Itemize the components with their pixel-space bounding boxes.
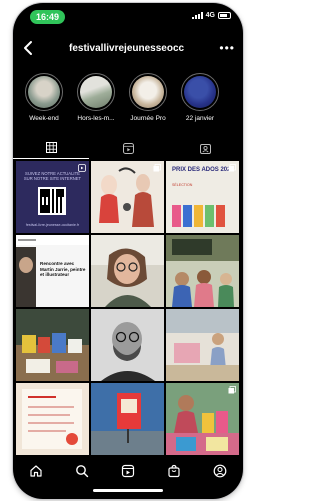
post-reading-workshop[interactable] (166, 309, 239, 381)
post-handwritten-card[interactable] (16, 383, 89, 455)
post-title: Rencontre avec Martin Jarrie, peintre et… (40, 261, 86, 278)
highlight-cover (184, 76, 216, 108)
books-photo (16, 309, 89, 381)
story-highlights: Week-end Hors-les-m... Journée Pro 22 ja… (13, 73, 243, 129)
poster-footer: festival-livre-jeunesse-occitanie.fr (25, 223, 80, 227)
classroom-photo (166, 235, 239, 307)
poster-photo (91, 383, 164, 455)
highlight-label: Journée Pro (130, 115, 166, 122)
search-icon (76, 465, 89, 478)
home-icon (30, 465, 42, 477)
status-time: 16:49 (30, 10, 66, 24)
reels-icon (122, 142, 134, 154)
grid-icon (45, 142, 57, 153)
qr-code (38, 187, 66, 215)
bottom-navigation (13, 457, 243, 485)
highlight-22-janvier[interactable]: 22 janvier (177, 73, 223, 122)
highlight-label: Hors-les-m... (77, 115, 115, 122)
post-portrait-glasses[interactable] (91, 235, 164, 307)
nav-profile[interactable] (212, 463, 228, 479)
nav-home[interactable] (28, 463, 44, 479)
post-website-qr[interactable]: SUIVEZ NOTRE ACTUALITÉ SUR NOTRE SITE IN… (16, 161, 89, 233)
nav-shop[interactable] (166, 463, 182, 479)
poster-subtitle: SÉLECTION (172, 183, 193, 187)
status-bar: 16:49 4G (13, 3, 243, 27)
highlight-week-end[interactable]: Week-end (21, 73, 67, 122)
back-arrow-icon[interactable] (21, 39, 37, 57)
profile-username: festivallivrejeunesseocc (69, 43, 185, 54)
tab-tagged[interactable] (167, 137, 243, 159)
reel-badge-icon (78, 164, 86, 172)
post-classroom-children[interactable] (166, 235, 239, 307)
poster-title: PRIX DES ADOS 2023 (172, 167, 234, 173)
highlight-cover (80, 76, 112, 108)
battery-icon (218, 12, 231, 19)
post-illustration-figures[interactable] (91, 161, 164, 233)
highlight-ring (77, 73, 115, 111)
book-covers (172, 205, 225, 227)
post-exhibition-poster[interactable] (91, 383, 164, 455)
tagged-icon (199, 143, 211, 154)
highlight-cover (28, 76, 60, 108)
workshop-photo (166, 309, 239, 381)
highlight-label: 22 janvier (185, 115, 215, 122)
profile-header: festivallivrejeunesseocc ••• (13, 39, 243, 59)
highlight-journee-pro[interactable]: Journée Pro (125, 73, 171, 122)
home-indicator[interactable] (93, 489, 163, 492)
nav-reels[interactable] (120, 463, 136, 479)
post-bw-portrait[interactable] (91, 309, 164, 381)
post-colorful-books[interactable] (166, 383, 239, 455)
post-prix-des-ados[interactable]: PRIX DES ADOS 2023 SÉLECTION (166, 161, 239, 233)
tab-reels[interactable] (90, 137, 166, 159)
bw-portrait-photo (91, 309, 164, 381)
card-photo (16, 383, 89, 455)
highlight-label: Week-end (29, 115, 59, 122)
reels-icon (121, 464, 135, 478)
poster-heading: SUIVEZ NOTRE ACTUALITÉ SUR NOTRE SITE IN… (16, 171, 89, 181)
carousel-badge-icon (228, 164, 236, 172)
post-rencontre-martin-jarrie[interactable]: Rencontre avec Martin Jarrie, peintre et… (16, 235, 89, 307)
shop-bag-icon (168, 464, 180, 478)
highlight-hors-les-murs[interactable]: Hors-les-m... (73, 73, 119, 122)
network-type: 4G (205, 12, 215, 19)
post-books-table[interactable] (16, 309, 89, 381)
status-indicators: 4G (191, 12, 231, 19)
carousel-badge-icon (153, 164, 161, 172)
more-options-icon[interactable]: ••• (219, 41, 235, 55)
poster-heading-line: SUR NOTRE SITE INTERNET (23, 176, 82, 181)
profile-icon (213, 464, 227, 478)
highlight-cover (132, 76, 164, 108)
signal-icon (191, 12, 203, 19)
highlight-ring (129, 73, 167, 111)
portrait-photo (91, 235, 164, 307)
profile-tabs (13, 137, 243, 159)
carousel-badge-icon (228, 386, 236, 394)
highlight-ring (181, 73, 219, 111)
tab-posts-grid[interactable] (13, 137, 89, 159)
nav-search[interactable] (74, 463, 90, 479)
highlight-ring (25, 73, 63, 111)
phone-frame: 16:49 4G festivallivrejeunesseocc ••• We… (13, 3, 243, 499)
